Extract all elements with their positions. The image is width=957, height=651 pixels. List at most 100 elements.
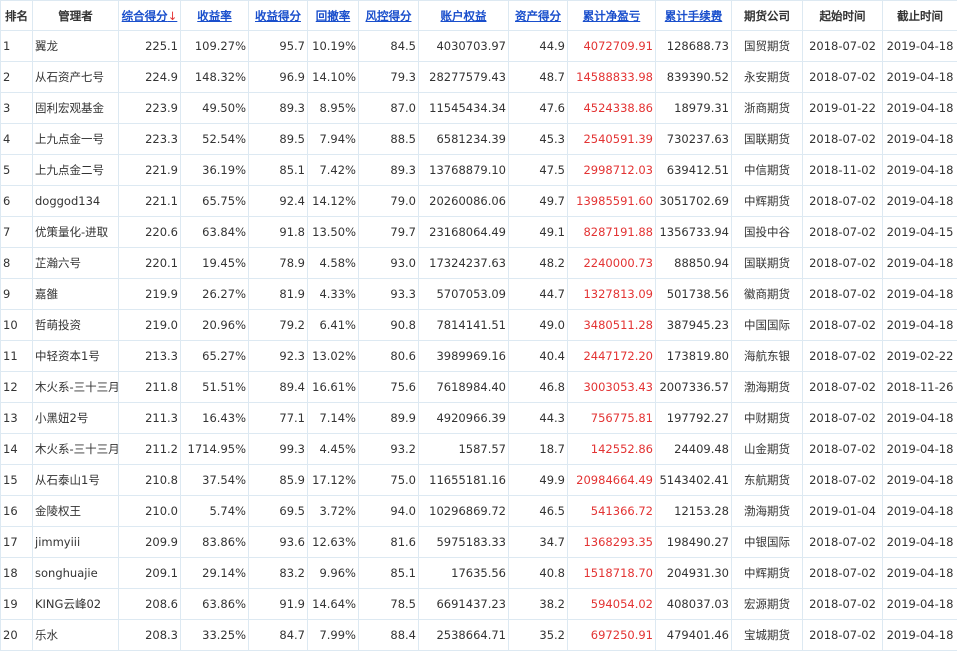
drawdown-cell: 8.95% bbox=[308, 93, 359, 124]
fees-cell: 198490.27 bbox=[656, 527, 732, 558]
drawdown-cell: 3.72% bbox=[308, 496, 359, 527]
drawdown-cell: 7.99% bbox=[308, 620, 359, 651]
asset-score-cell: 47.6 bbox=[509, 93, 568, 124]
sort-desc-icon: ↓ bbox=[168, 9, 178, 23]
rank-cell: 9 bbox=[1, 279, 33, 310]
header-return-rate-sort[interactable]: 收益率 bbox=[181, 1, 249, 31]
asset-score-cell: 48.7 bbox=[509, 62, 568, 93]
net-profit-cell: 1518718.70 bbox=[568, 558, 656, 589]
risk-score-cell: 84.5 bbox=[359, 31, 419, 62]
fees-cell: 3051702.69 bbox=[656, 186, 732, 217]
end-date-cell: 2019-04-18 bbox=[883, 558, 957, 589]
header-asset-score-sort[interactable]: 资产得分 bbox=[509, 1, 568, 31]
drawdown-cell: 10.19% bbox=[308, 31, 359, 62]
table-row: 14木火系-三十三月211.21714.95%99.34.45%93.21587… bbox=[1, 434, 957, 465]
start-date-cell: 2018-07-02 bbox=[803, 403, 883, 434]
return-rate-cell: 51.51% bbox=[181, 372, 249, 403]
broker-cell: 国联期货 bbox=[732, 124, 803, 155]
header-drawdown-sort[interactable]: 回撤率 bbox=[308, 1, 359, 31]
asset-score-cell: 44.3 bbox=[509, 403, 568, 434]
table-row: 20乐水208.333.25%84.77.99%88.42538664.7135… bbox=[1, 620, 957, 651]
net-profit-cell: 14588833.98 bbox=[568, 62, 656, 93]
start-date-cell: 2018-07-02 bbox=[803, 527, 883, 558]
asset-score-cell: 49.9 bbox=[509, 465, 568, 496]
fees-cell: 24409.48 bbox=[656, 434, 732, 465]
rank-cell: 4 bbox=[1, 124, 33, 155]
header-net-profit-sort[interactable]: 累计净盈亏 bbox=[568, 1, 656, 31]
asset-score-cell: 49.1 bbox=[509, 217, 568, 248]
end-date-cell: 2019-04-18 bbox=[883, 310, 957, 341]
equity-cell: 7814141.51 bbox=[419, 310, 509, 341]
header-manager: 管理者 bbox=[33, 1, 119, 31]
broker-cell: 东航期货 bbox=[732, 465, 803, 496]
rank-cell: 5 bbox=[1, 155, 33, 186]
table-row: 18songhuajie209.129.14%83.29.96%85.11763… bbox=[1, 558, 957, 589]
return-score-cell: 78.9 bbox=[249, 248, 308, 279]
asset-score-cell: 45.3 bbox=[509, 124, 568, 155]
rank-cell: 14 bbox=[1, 434, 33, 465]
manager-name: songhuajie bbox=[33, 558, 119, 589]
broker-cell: 宏源期货 bbox=[732, 589, 803, 620]
header-fees-sort[interactable]: 累计手续费 bbox=[656, 1, 732, 31]
manager-name: 哲萌投资 bbox=[33, 310, 119, 341]
end-date-cell: 2019-04-18 bbox=[883, 248, 957, 279]
table-body: 1翼龙225.1109.27%95.710.19%84.54030703.974… bbox=[1, 31, 957, 651]
broker-cell: 国投中谷 bbox=[732, 217, 803, 248]
return-rate-cell: 16.43% bbox=[181, 403, 249, 434]
equity-cell: 28277579.43 bbox=[419, 62, 509, 93]
header-risk-score-sort[interactable]: 风控得分 bbox=[359, 1, 419, 31]
manager-name: 从石资产七号 bbox=[33, 62, 119, 93]
manager-name: jimmyiii bbox=[33, 527, 119, 558]
return-rate-cell: 148.32% bbox=[181, 62, 249, 93]
manager-name: 乐水 bbox=[33, 620, 119, 651]
total-score-cell: 224.9 bbox=[119, 62, 181, 93]
drawdown-cell: 9.96% bbox=[308, 558, 359, 589]
risk-score-cell: 94.0 bbox=[359, 496, 419, 527]
risk-score-cell: 78.5 bbox=[359, 589, 419, 620]
total-score-cell: 211.8 bbox=[119, 372, 181, 403]
return-score-cell: 89.5 bbox=[249, 124, 308, 155]
manager-name: 上九点金一号 bbox=[33, 124, 119, 155]
asset-score-cell: 44.9 bbox=[509, 31, 568, 62]
asset-score-cell: 46.5 bbox=[509, 496, 568, 527]
manager-name: 小黑妞2号 bbox=[33, 403, 119, 434]
end-date-cell: 2019-04-18 bbox=[883, 465, 957, 496]
start-date-cell: 2018-07-02 bbox=[803, 62, 883, 93]
rank-cell: 13 bbox=[1, 403, 33, 434]
header-total-score-sort[interactable]: 综合得分↓ bbox=[119, 1, 181, 31]
total-score-cell: 223.3 bbox=[119, 124, 181, 155]
start-date-cell: 2018-07-02 bbox=[803, 620, 883, 651]
equity-cell: 11655181.16 bbox=[419, 465, 509, 496]
net-profit-cell: 2447172.20 bbox=[568, 341, 656, 372]
table-row: 13小黑妞2号211.316.43%77.17.14%89.94920966.3… bbox=[1, 403, 957, 434]
header-start-date: 起始时间 bbox=[803, 1, 883, 31]
total-score-cell: 221.9 bbox=[119, 155, 181, 186]
end-date-cell: 2019-04-18 bbox=[883, 124, 957, 155]
net-profit-cell: 13985591.60 bbox=[568, 186, 656, 217]
table-row: 10哲萌投资219.020.96%79.26.41%90.87814141.51… bbox=[1, 310, 957, 341]
total-score-cell: 210.0 bbox=[119, 496, 181, 527]
risk-score-cell: 93.3 bbox=[359, 279, 419, 310]
rank-cell: 10 bbox=[1, 310, 33, 341]
equity-cell: 10296869.72 bbox=[419, 496, 509, 527]
fees-cell: 5143402.41 bbox=[656, 465, 732, 496]
total-score-cell: 211.2 bbox=[119, 434, 181, 465]
manager-name: 优策量化-进取 bbox=[33, 217, 119, 248]
net-profit-cell: 4072709.91 bbox=[568, 31, 656, 62]
start-date-cell: 2018-07-02 bbox=[803, 434, 883, 465]
fees-cell: 88850.94 bbox=[656, 248, 732, 279]
header-equity-sort[interactable]: 账户权益 bbox=[419, 1, 509, 31]
risk-score-cell: 89.3 bbox=[359, 155, 419, 186]
total-score-cell: 223.9 bbox=[119, 93, 181, 124]
end-date-cell: 2019-02-22 bbox=[883, 341, 957, 372]
equity-cell: 17635.56 bbox=[419, 558, 509, 589]
risk-score-cell: 80.6 bbox=[359, 341, 419, 372]
risk-score-cell: 90.8 bbox=[359, 310, 419, 341]
return-rate-cell: 19.45% bbox=[181, 248, 249, 279]
header-return-score-sort[interactable]: 收益得分 bbox=[249, 1, 308, 31]
risk-score-cell: 88.4 bbox=[359, 620, 419, 651]
end-date-cell: 2019-04-15 bbox=[883, 217, 957, 248]
manager-name: 中轻资本1号 bbox=[33, 341, 119, 372]
asset-score-cell: 35.2 bbox=[509, 620, 568, 651]
rank-cell: 2 bbox=[1, 62, 33, 93]
